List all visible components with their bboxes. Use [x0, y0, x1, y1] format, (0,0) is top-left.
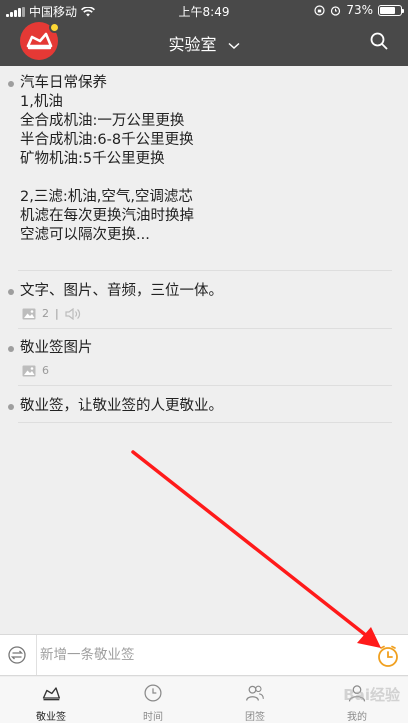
- tab-label: 团签: [245, 712, 265, 723]
- battery-icon: [378, 4, 404, 16]
- notes-icon: [42, 687, 60, 701]
- new-note-input[interactable]: [40, 641, 360, 669]
- clock-icon: [144, 684, 162, 702]
- tab-group[interactable]: 团签: [204, 677, 306, 723]
- bullet-dot: [8, 346, 14, 352]
- refresh-icon[interactable]: [6, 644, 28, 666]
- input-divider: [36, 635, 37, 675]
- top-bar: 中国移动 上午8:49 73% 实验室: [0, 0, 408, 66]
- alarm-icon: [331, 5, 341, 16]
- image-count: 6: [42, 364, 49, 377]
- clock-icon[interactable]: [376, 644, 400, 668]
- header-title-dropdown[interactable]: 实验室: [0, 31, 408, 55]
- audio-icon: [65, 307, 80, 320]
- list-item[interactable]: 文字、图片、音频，三位一体。 2 |: [8, 282, 392, 320]
- divider: [18, 422, 392, 423]
- divider: [18, 270, 392, 271]
- image-count: 2: [42, 307, 49, 320]
- rotation-lock-icon: [314, 4, 325, 16]
- image-icon: [22, 308, 36, 319]
- note-attachments: 2 |: [22, 307, 392, 320]
- page-title: 实验室: [168, 35, 217, 54]
- list-item[interactable]: 敬业签，让敬业签的人更敬业。: [8, 397, 392, 416]
- note-text: 敬业签图片: [20, 340, 93, 356]
- watermark: Bai经验: [343, 686, 400, 704]
- tab-label: 敬业签: [36, 712, 66, 723]
- tab-label: 时间: [143, 712, 163, 723]
- meta-separator: |: [55, 307, 59, 320]
- group-icon: [246, 685, 264, 701]
- note-text: 汽车日常保养 1,机油 全合成机油:一万公里更换 半合成机油:6-8千公里更换 …: [20, 75, 194, 243]
- chevron-down-icon: [228, 42, 240, 50]
- list-item[interactable]: 汽车日常保养 1,机油 全合成机油:一万公里更换 半合成机油:6-8千公里更换 …: [8, 74, 392, 245]
- bullet-dot: [8, 404, 14, 410]
- note-text: 敬业签，让敬业签的人更敬业。: [20, 398, 223, 414]
- bullet-dot: [8, 81, 14, 87]
- tab-notes[interactable]: 敬业签: [0, 677, 102, 723]
- search-icon[interactable]: [370, 32, 388, 50]
- note-text: 文字、图片、音频，三位一体。: [20, 283, 223, 299]
- divider: [18, 385, 392, 386]
- list-item[interactable]: 敬业签图片 6: [8, 339, 392, 377]
- divider: [18, 328, 392, 329]
- new-note-bar: [0, 634, 408, 676]
- notes-list[interactable]: 汽车日常保养 1,机油 全合成机油:一万公里更换 半合成机油:6-8千公里更换 …: [0, 66, 408, 634]
- tab-time[interactable]: 时间: [102, 677, 204, 723]
- image-icon: [22, 365, 36, 376]
- note-attachments: 6: [22, 364, 392, 377]
- tab-label: 我的: [347, 712, 367, 723]
- bullet-dot: [8, 289, 14, 295]
- battery-percent: 73%: [346, 3, 373, 17]
- status-bar: 中国移动 上午8:49 73%: [0, 0, 408, 20]
